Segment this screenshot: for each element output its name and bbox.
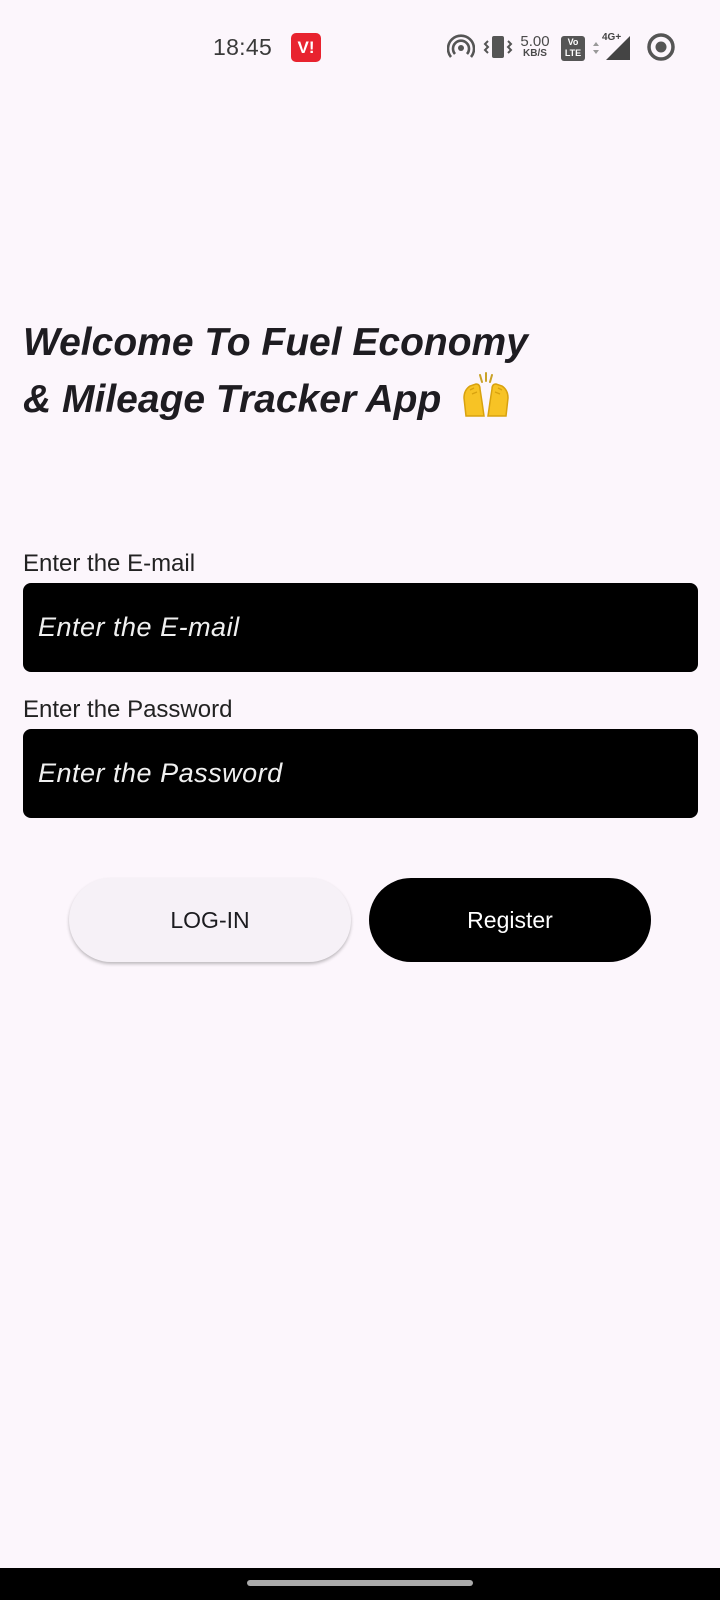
status-bar: 18:45 V! 5.00 KB/S Vo LTE 4G+ — [0, 0, 720, 96]
volte-top-text: Vo — [567, 37, 579, 47]
welcome-heading: Welcome To Fuel Economy & Mileage Tracke… — [23, 314, 623, 428]
hotspot-icon — [447, 34, 475, 58]
email-label: Enter the E-mail — [23, 550, 196, 577]
volte-bottom-text: LTE — [564, 48, 582, 58]
volte-icon: Vo LTE — [561, 36, 585, 61]
password-label: Enter the Password — [23, 696, 233, 723]
password-input[interactable] — [23, 729, 698, 818]
email-input[interactable] — [23, 583, 698, 672]
home-gesture-handle[interactable] — [247, 1580, 473, 1586]
network-type: 4G+ — [602, 32, 622, 43]
login-screen: 18:45 V! 5.00 KB/S Vo LTE 4G+ Welcome To… — [0, 0, 720, 1600]
register-button[interactable]: Register — [369, 878, 651, 962]
network-speed-unit: KB/S — [523, 48, 547, 59]
vibrate-icon — [483, 36, 513, 58]
raising-hands-icon — [463, 372, 509, 417]
login-button[interactable]: LOG-IN — [69, 878, 351, 962]
status-time: 18:45 — [213, 34, 273, 60]
navigation-bar — [0, 1568, 720, 1600]
ring-icon — [647, 33, 675, 61]
welcome-line-2: & Mileage Tracker App — [23, 378, 442, 421]
network-speed-value: 5.00 — [520, 33, 550, 50]
network-speed: 5.00 KB/S — [517, 34, 553, 59]
carrier-badge-icon: V! — [291, 33, 321, 62]
welcome-line-1: Welcome To Fuel Economy — [23, 321, 528, 364]
